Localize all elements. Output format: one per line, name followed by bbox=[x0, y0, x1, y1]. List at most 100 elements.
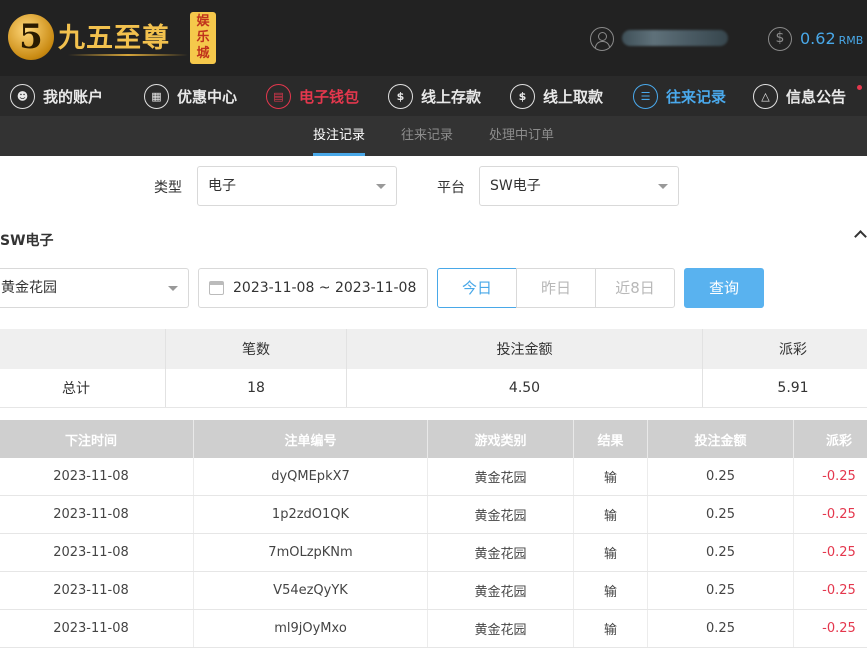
yesterday-button[interactable]: 昨日 bbox=[516, 268, 596, 308]
table-row: 2023-11-08 7mOLzpKNm 黄金花园 输 0.25 -0.25 bbox=[0, 534, 867, 572]
cell-bet-amount: 0.25 bbox=[706, 621, 735, 636]
cell-game-type: 黄金花园 bbox=[474, 585, 527, 600]
tab-bet-records[interactable]: 投注记录 bbox=[313, 116, 366, 156]
summary-total-row: 总计 18 4.50 5.91 bbox=[0, 369, 867, 408]
cell-result: 输 bbox=[603, 509, 617, 524]
cell-bet-amount: 0.25 bbox=[706, 583, 735, 598]
header-payout: 派彩 bbox=[825, 433, 852, 449]
wallet-icon: ▤ bbox=[266, 83, 291, 109]
brand-badge: 娱乐城 bbox=[190, 12, 216, 64]
query-button[interactable]: 查询 bbox=[684, 268, 764, 308]
table-row: 2023-11-08 V54ezQyYK 黄金花园 输 0.25 -0.25 bbox=[0, 572, 867, 610]
platform-label: 平台 bbox=[437, 180, 465, 196]
cell-order-id: V54ezQyYK bbox=[273, 583, 348, 598]
brand-badge-text: 娱乐城 bbox=[196, 14, 210, 61]
chevron-down-icon bbox=[658, 184, 668, 189]
withdraw-icon: $ bbox=[510, 83, 535, 109]
nav-label: 我的账户 bbox=[43, 87, 104, 106]
user-icon: ☻ bbox=[10, 83, 35, 109]
cell-order-id: dyQMEpkX7 bbox=[271, 469, 350, 484]
cell-order-id: ml9jOyMxo bbox=[274, 621, 347, 636]
platform-select-value: SW电子 bbox=[490, 178, 541, 194]
balance-display: 0.62 RMB bbox=[800, 29, 863, 48]
cell-payout: -0.25 bbox=[822, 469, 856, 484]
gift-icon: ▦ bbox=[144, 83, 169, 109]
brand-name: 九五至尊 bbox=[58, 23, 170, 54]
balance-currency: RMB bbox=[838, 34, 864, 47]
logo-numeral: 5 bbox=[19, 17, 43, 57]
summary-payout-value: 5.91 bbox=[777, 380, 809, 396]
summary-header-bet-amount: 投注金额 bbox=[496, 342, 553, 358]
summary-header-count: 笔数 bbox=[242, 342, 270, 358]
chevron-down-icon bbox=[376, 184, 386, 189]
top-header: 5 九五至尊 娱乐城 $ 0.62 RMB bbox=[0, 0, 867, 76]
platform-select[interactable]: SW电子 bbox=[479, 166, 679, 206]
logo-flourish bbox=[68, 54, 188, 56]
tab-transfer-records[interactable]: 往来记录 bbox=[401, 116, 453, 156]
summary-table-header: 笔数 投注金额 派彩 bbox=[0, 329, 867, 369]
cell-bet-time: 2023-11-08 bbox=[53, 583, 129, 598]
nav-label: 线上取款 bbox=[543, 87, 604, 106]
cell-payout: -0.25 bbox=[822, 621, 856, 636]
dollar-coin-icon: $ bbox=[768, 27, 792, 51]
nav-label: 线上存款 bbox=[421, 87, 482, 106]
cell-result: 输 bbox=[603, 547, 617, 562]
today-button[interactable]: 今日 bbox=[437, 268, 517, 308]
last-8-days-button[interactable]: 近8日 bbox=[595, 268, 675, 308]
cell-result: 输 bbox=[603, 585, 617, 600]
nav-e-wallet[interactable]: ▤ 电子钱包 bbox=[266, 76, 359, 116]
nav-label: 信息公告 bbox=[786, 87, 847, 106]
cell-game-type: 黄金花园 bbox=[474, 471, 527, 486]
type-select-value: 电子 bbox=[208, 178, 236, 194]
header-bet-time: 下注时间 bbox=[64, 433, 117, 449]
nav-announcements[interactable]: △ 信息公告 bbox=[753, 76, 846, 116]
cell-payout: -0.25 bbox=[822, 545, 856, 560]
cell-result: 输 bbox=[603, 471, 617, 486]
tab-pending-orders[interactable]: 处理中订单 bbox=[489, 116, 554, 156]
chevron-down-icon bbox=[168, 286, 178, 291]
summary-count-value: 18 bbox=[247, 380, 265, 396]
game-select[interactable]: 黄金花园 bbox=[0, 268, 189, 308]
date-range-picker[interactable]: 2023-11-08 ~ 2023-11-08 bbox=[198, 268, 428, 308]
user-avatar-icon[interactable] bbox=[590, 27, 614, 51]
cell-game-type: 黄金花园 bbox=[474, 623, 527, 638]
record-icon: ☰ bbox=[633, 83, 658, 109]
cell-game-type: 黄金花园 bbox=[474, 509, 527, 524]
nav-my-account[interactable]: ☻ 我的账户 bbox=[10, 76, 103, 116]
nav-online-withdraw[interactable]: $ 线上取款 bbox=[510, 76, 603, 116]
summary-header-payout: 派彩 bbox=[779, 342, 807, 358]
nav-transaction-records[interactable]: ☰ 往来记录 bbox=[633, 76, 726, 116]
type-select[interactable]: 电子 bbox=[197, 166, 397, 206]
table-row: 2023-11-08 dyQMEpkX7 黄金花园 输 0.25 -0.25 bbox=[0, 458, 867, 496]
cell-bet-time: 2023-11-08 bbox=[53, 545, 129, 560]
game-select-value: 黄金花园 bbox=[1, 280, 57, 296]
calendar-icon bbox=[209, 281, 224, 295]
table-row: 2023-11-08 ml9jOyMxo 黄金花园 输 0.25 -0.25 bbox=[0, 610, 867, 648]
cell-game-type: 黄金花园 bbox=[474, 547, 527, 562]
cell-payout: -0.25 bbox=[822, 583, 856, 598]
nav-promotions[interactable]: ▦ 优惠中心 bbox=[144, 76, 237, 116]
detail-table-header: 下注时间 注单编号 游戏类别 结果 投注金额 派彩 bbox=[0, 420, 867, 458]
chevron-up-icon[interactable] bbox=[854, 230, 867, 243]
cell-bet-amount: 0.25 bbox=[706, 545, 735, 560]
cell-bet-time: 2023-11-08 bbox=[53, 469, 129, 484]
deposit-icon: $ bbox=[388, 83, 413, 109]
cell-bet-time: 2023-11-08 bbox=[53, 621, 129, 636]
nav-label: 优惠中心 bbox=[177, 87, 238, 106]
header-game-type: 游戏类别 bbox=[474, 433, 527, 449]
balance-amount: 0.62 bbox=[800, 29, 836, 48]
cell-result: 输 bbox=[603, 623, 617, 638]
cell-bet-amount: 0.25 bbox=[706, 507, 735, 522]
header-result: 结果 bbox=[597, 433, 624, 449]
type-label: 类型 bbox=[154, 180, 182, 196]
summary-total-label: 总计 bbox=[62, 381, 90, 397]
header-bet-amount: 投注金额 bbox=[694, 433, 747, 449]
username-redacted bbox=[622, 30, 728, 46]
nav-label: 往来记录 bbox=[666, 87, 727, 106]
notification-dot bbox=[857, 85, 862, 90]
bell-icon: △ bbox=[753, 83, 778, 109]
cell-bet-time: 2023-11-08 bbox=[53, 507, 129, 522]
header-order-id: 注单编号 bbox=[284, 433, 337, 449]
nav-online-deposit[interactable]: $ 线上存款 bbox=[388, 76, 481, 116]
cell-bet-amount: 0.25 bbox=[706, 469, 735, 484]
